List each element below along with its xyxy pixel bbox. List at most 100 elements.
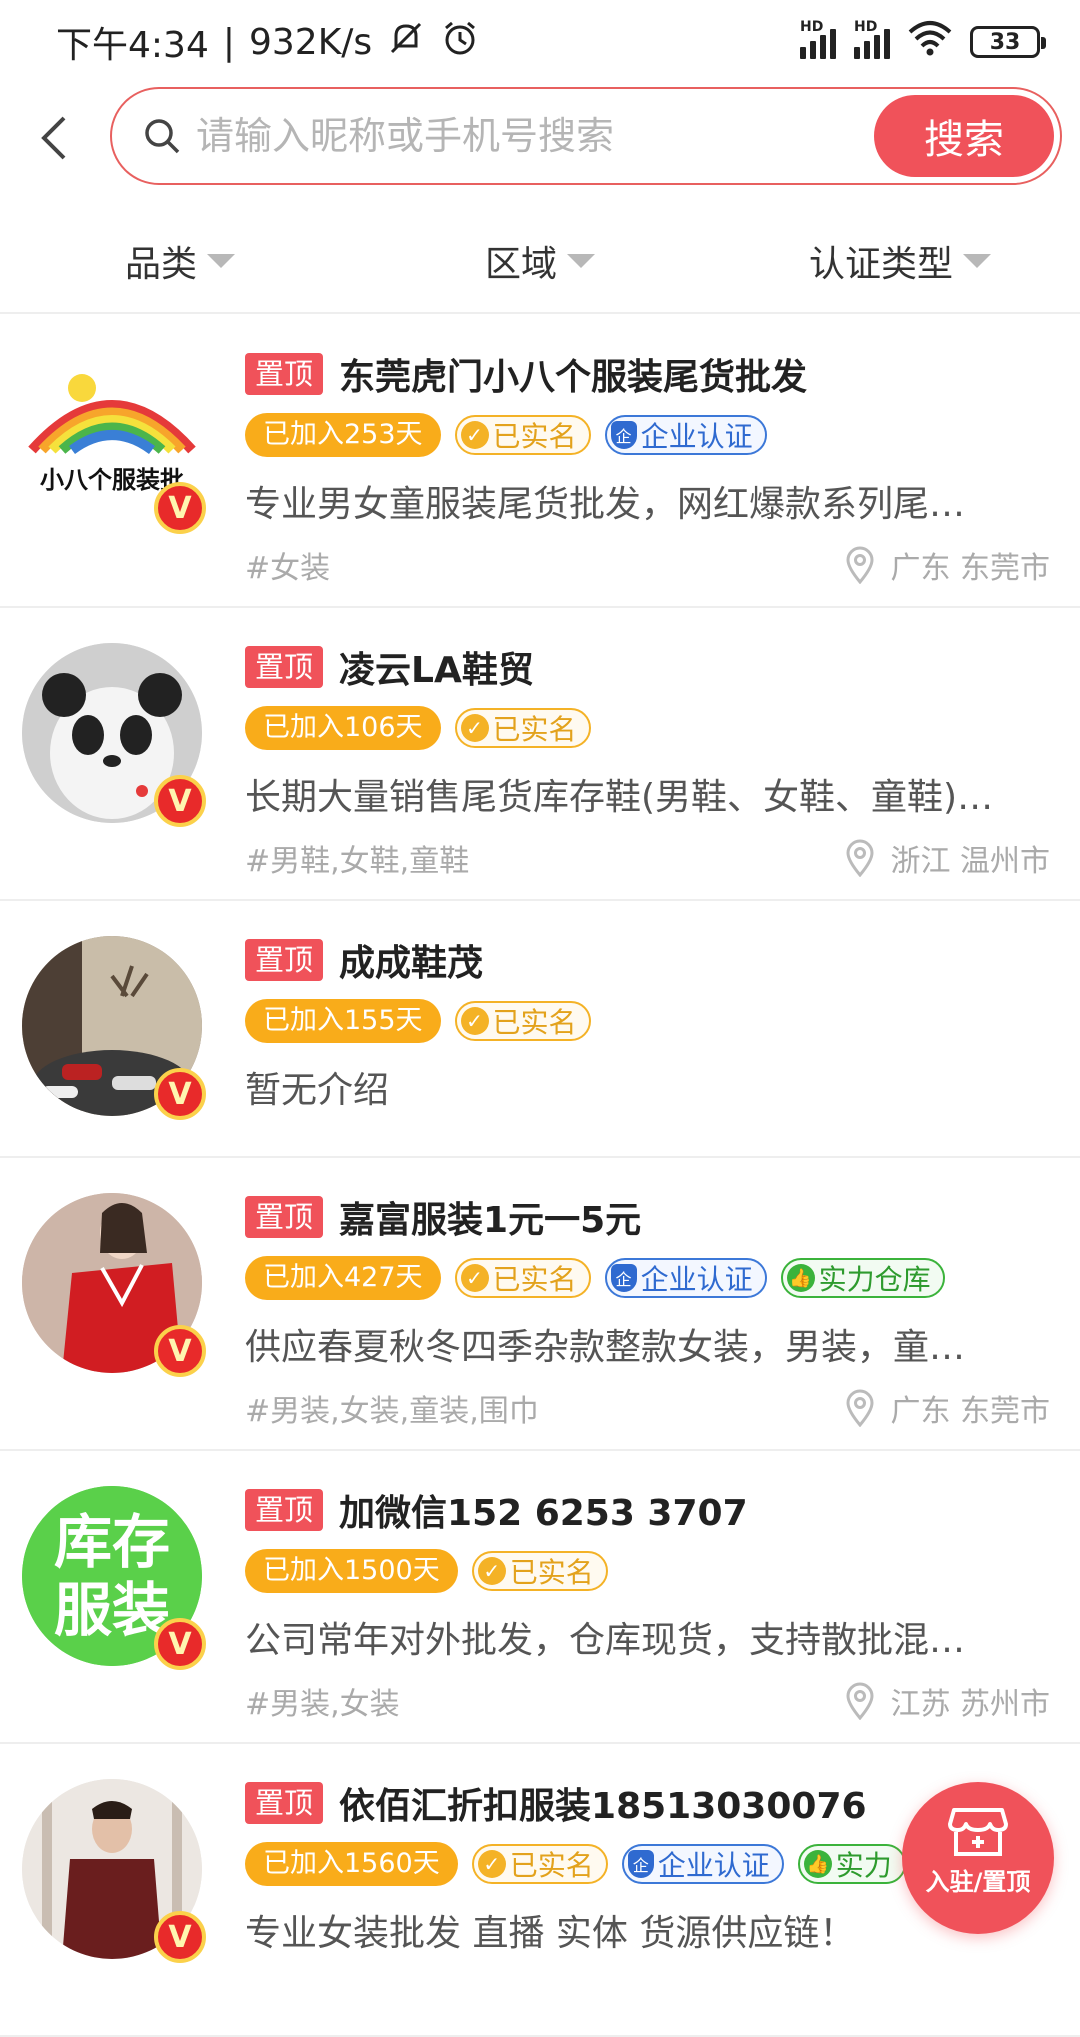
- vip-badge-icon: V: [154, 775, 206, 827]
- joined-days-badge: 已加入1560天: [245, 1842, 458, 1886]
- shop-description: 公司常年对外批发，仓库现货，支持散批混…: [245, 1620, 966, 1661]
- joined-days-badge: 已加入253天: [245, 413, 441, 457]
- avatar[interactable]: V: [22, 643, 206, 827]
- pinned-tag: 置顶: [245, 646, 324, 688]
- joined-days-badge: 已加入1500天: [245, 1549, 458, 1593]
- enterprise-badge: 企企业认证: [604, 415, 767, 455]
- pinned-tag: 置顶: [245, 1489, 324, 1531]
- shop-description: 长期大量销售尾货库存鞋(男鞋、女鞋、童鞋)…: [245, 777, 994, 818]
- vip-badge-icon: V: [154, 1911, 206, 1963]
- filter-category[interactable]: 品类: [0, 210, 360, 312]
- warehouse-badge: 👍 实力仓库: [780, 1258, 945, 1298]
- shop-name[interactable]: 成成鞋茂: [339, 934, 483, 986]
- location-text: 江苏 苏州市: [890, 1687, 1050, 1722]
- joined-days-badge: 已加入427天: [245, 1256, 441, 1300]
- location-pin-icon: [846, 839, 874, 877]
- list-item[interactable]: 库存服装 V 置顶 加微信152 6253 3707 已加入1500天 ✓ 已实名…: [0, 1451, 1080, 1744]
- vip-badge-icon: V: [154, 1618, 206, 1670]
- filter-label: 认证类型: [808, 244, 953, 285]
- list-item[interactable]: 小八个服装批 V 置顶 东莞虎门小八个服装尾货批发 已加入253天 ✓ 已实名 企…: [0, 315, 1080, 608]
- shop-name[interactable]: 嘉富服装1元一5元: [339, 1191, 641, 1243]
- check-icon: ✓: [460, 714, 489, 742]
- triangle-down-icon: [207, 254, 235, 268]
- status-separator: |: [222, 21, 235, 63]
- location-text: 浙江 温州市: [890, 844, 1050, 879]
- category-tags: #女装: [245, 551, 331, 586]
- location-pin-icon: [846, 546, 874, 584]
- search-box[interactable]: 搜索: [110, 87, 1062, 185]
- filter-cert-type[interactable]: 认证类型: [720, 210, 1080, 312]
- shop-name[interactable]: 依佰汇折扣服装18513030076: [339, 1777, 867, 1829]
- avatar[interactable]: V: [22, 1779, 206, 1963]
- check-icon: ✓: [460, 1264, 489, 1292]
- category-tags: #男装,女装: [245, 1687, 400, 1722]
- status-time: 下午4:34: [56, 25, 209, 66]
- enterprise-badge: 企企业认证: [604, 1258, 767, 1298]
- warehouse-badge: 👍 实力: [797, 1844, 906, 1884]
- filter-label: 区域: [484, 244, 557, 285]
- vip-badge-icon: V: [154, 482, 206, 534]
- enterprise-badge: 企企业认证: [621, 1844, 784, 1884]
- shield-icon: 企: [610, 1264, 637, 1292]
- shop-icon: [948, 1808, 1008, 1856]
- battery-icon: 33: [970, 26, 1046, 58]
- pinned-tag: 置顶: [245, 1196, 324, 1238]
- shop-name[interactable]: 加微信152 6253 3707: [339, 1484, 748, 1536]
- verified-badge: ✓ 已实名: [454, 708, 591, 748]
- filter-region[interactable]: 区域: [360, 210, 720, 312]
- chevron-left-icon: [41, 116, 66, 160]
- location-pin-icon: [846, 1389, 874, 1427]
- mute-icon: [386, 18, 426, 67]
- verified-badge: ✓ 已实名: [471, 1844, 608, 1884]
- triangle-down-icon: [567, 254, 595, 268]
- shop-name[interactable]: 凌云LA鞋贸: [339, 641, 534, 693]
- wifi-icon: [908, 20, 952, 65]
- search-row: 搜索: [0, 84, 1080, 192]
- verified-badge: ✓ 已实名: [454, 1001, 591, 1041]
- join-pin-fab-button[interactable]: 入驻/置顶: [902, 1782, 1054, 1934]
- check-icon: ✓: [477, 1850, 506, 1878]
- avatar[interactable]: V: [22, 1193, 206, 1377]
- status-bar: 下午4:34 | 932K/s HD HD 33: [0, 0, 1080, 84]
- vip-badge-icon: V: [154, 1325, 206, 1377]
- pinned-tag: 置顶: [245, 353, 324, 395]
- pinned-tag: 置顶: [245, 939, 324, 981]
- category-tags: #男装,女装,童装,围巾: [245, 1394, 539, 1429]
- shop-description: 暂无介绍: [245, 1070, 390, 1111]
- search-button[interactable]: 搜索: [874, 95, 1054, 177]
- shield-icon: 企: [610, 421, 637, 449]
- verified-badge: ✓ 已实名: [471, 1551, 608, 1591]
- signal-icon: HD: [800, 19, 836, 59]
- list-item[interactable]: V 置顶 凌云LA鞋贸 已加入106天 ✓ 已实名 长期大量销售尾货库存鞋(男鞋、…: [0, 608, 1080, 901]
- location-text: 广东 东莞市: [890, 551, 1050, 586]
- vip-badge-icon: V: [154, 1068, 206, 1120]
- shop-name[interactable]: 东莞虎门小八个服装尾货批发: [339, 348, 807, 400]
- filter-bar: 品类 区域 认证类型: [0, 210, 1080, 314]
- shop-description: 专业男女童服装尾货批发，网红爆款系列尾…: [245, 484, 966, 525]
- back-button[interactable]: [0, 84, 108, 192]
- avatar[interactable]: 小八个服装批 V: [22, 350, 206, 534]
- category-tags: #男鞋,女鞋,童鞋: [245, 844, 470, 879]
- location-pin-icon: [846, 1682, 874, 1720]
- check-icon: ✓: [477, 1557, 506, 1585]
- status-speed: 932K/s: [248, 21, 373, 63]
- triangle-down-icon: [963, 254, 991, 268]
- thumbs-up-icon: 👍: [803, 1850, 832, 1878]
- list-item[interactable]: V 置顶 成成鞋茂 已加入155天 ✓ 已实名 暂无介绍: [0, 901, 1080, 1158]
- avatar[interactable]: 库存服装 V: [22, 1486, 206, 1670]
- thumbs-up-icon: 👍: [786, 1264, 815, 1292]
- list-item[interactable]: V 置顶 嘉富服装1元一5元 已加入427天 ✓ 已实名 企企业认证 👍 实力仓库 …: [0, 1158, 1080, 1451]
- avatar[interactable]: V: [22, 936, 206, 1120]
- shop-description: 供应春夏秋冬四季杂款整款女装，男装，童…: [245, 1327, 966, 1368]
- pinned-tag: 置顶: [245, 1782, 324, 1824]
- filter-label: 品类: [124, 244, 197, 285]
- location-text: 广东 东莞市: [890, 1394, 1050, 1429]
- verified-badge: ✓ 已实名: [454, 1258, 591, 1298]
- shield-icon: 企: [627, 1850, 654, 1878]
- signal-icon-2: HD: [854, 19, 890, 59]
- search-icon: [145, 119, 180, 154]
- verified-badge: ✓ 已实名: [454, 415, 591, 455]
- alarm-icon: [440, 18, 480, 67]
- supplier-list: 小八个服装批 V 置顶 东莞虎门小八个服装尾货批发 已加入253天 ✓ 已实名 企…: [0, 315, 1080, 2037]
- check-icon: ✓: [460, 1007, 489, 1035]
